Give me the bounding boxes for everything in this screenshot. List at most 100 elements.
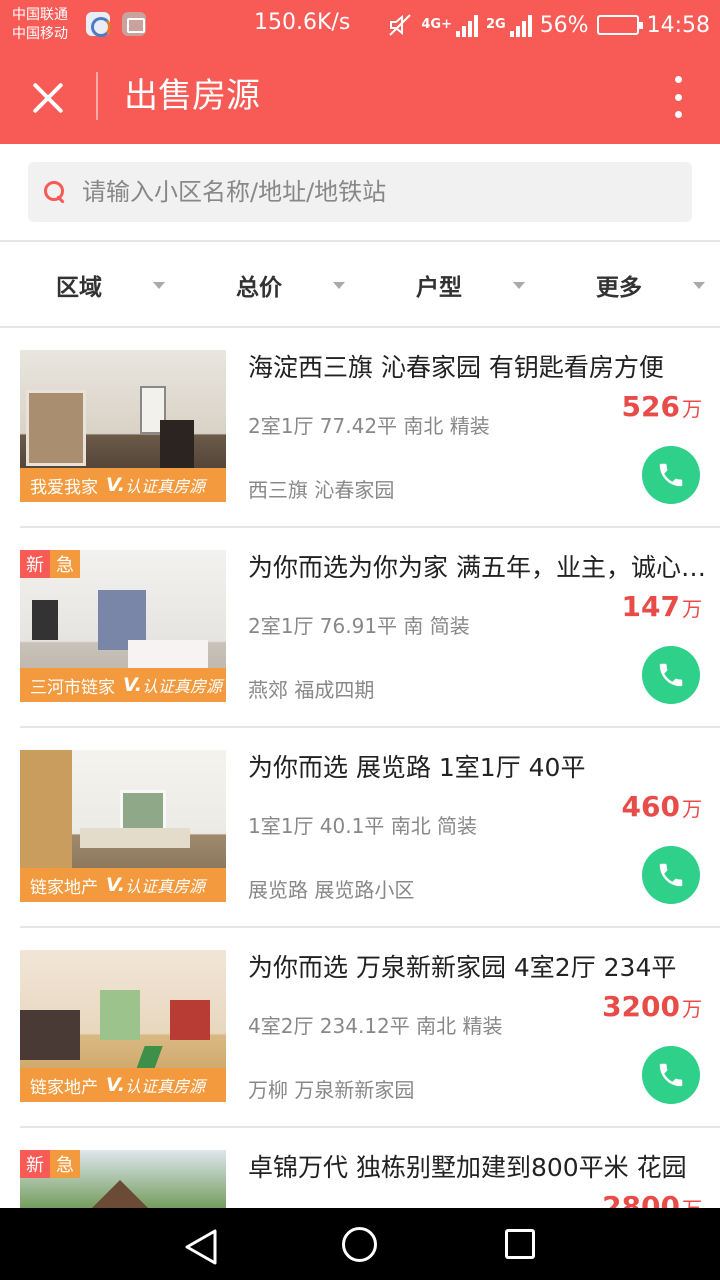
listing-title: 为你而选为你为家 满五年，业主，诚心出售 (248, 553, 708, 582)
agency-name: 我爱我家 (30, 477, 98, 498)
listing-specs: 4室2厅 234.12平 南北 精装 (248, 1014, 503, 1038)
mute-icon (389, 14, 412, 36)
call-button[interactable] (642, 1046, 700, 1104)
search-icon (44, 181, 66, 203)
network-speed: 150.6K/s (254, 10, 351, 35)
new-tag: 新 (20, 1150, 50, 1178)
search-bar[interactable] (28, 162, 692, 222)
agency-banner: 三河市链家 V. 认证真房源 (20, 668, 226, 702)
verified-label: 认证真房源 (124, 477, 205, 496)
listing-item[interactable]: 链家地产 V. 认证真房源 为你而选 展览路 1室1厅 40平 1室1厅 40.1平… (20, 728, 720, 928)
agency-banner: 我爱我家 V. 认证真房源 (20, 468, 226, 502)
call-button[interactable] (642, 646, 700, 704)
chevron-down-icon (513, 282, 525, 289)
listing-item[interactable]: 新 急 三河市链家 V. 认证真房源 为你而选为你为家 满五年，业主，诚心出售 2室… (20, 528, 720, 728)
price-unit: 万 (682, 797, 702, 821)
call-button[interactable] (642, 846, 700, 904)
signal-1-icon (455, 13, 478, 37)
network-type-2: 2G (485, 17, 506, 32)
verified-icon: V. (106, 1074, 125, 1096)
recent-apps-icon[interactable] (505, 1229, 535, 1259)
verified-icon: V. (106, 474, 125, 496)
price-unit: 万 (682, 597, 702, 621)
price-value: 147 (621, 590, 680, 623)
agency-name: 链家地产 (30, 1077, 98, 1098)
filter-bar: 区域 总价 户型 更多 (0, 240, 720, 328)
filter-label: 区域 (56, 275, 102, 301)
price-value: 3200 (602, 990, 680, 1023)
listing-title: 为你而选 展览路 1室1厅 40平 (248, 753, 586, 782)
status-bar: 中国联通 中国移动 150.6K/s 4G+ 2G 56% 14:58 (0, 0, 720, 50)
filter-area[interactable]: 区域 (0, 242, 180, 326)
listing-location: 西三旗 沁春家园 (248, 478, 395, 502)
carrier-2: 中国移动 (12, 26, 68, 42)
price-unit: 万 (682, 1197, 702, 1208)
phone-icon (659, 863, 683, 887)
home-icon[interactable] (342, 1227, 377, 1262)
listing-title: 卓锦万代 独栋别墅加建到800平米 花园 (248, 1153, 687, 1182)
agency-name: 三河市链家 (30, 677, 115, 698)
filter-label: 总价 (236, 275, 282, 301)
back-icon[interactable] (184, 1228, 218, 1266)
listing-flags: 新 急 (20, 550, 80, 578)
verified-label: 认证真房源 (124, 1077, 205, 1096)
price-unit: 万 (682, 397, 702, 421)
listing-specs: 1室1厅 40.1平 南北 简装 (248, 814, 478, 838)
battery-icon (596, 15, 643, 35)
signal-2-icon (509, 13, 532, 37)
carrier-names: 中国联通 中国移动 (12, 6, 68, 44)
agency-banner: 链家地产 V. 认证真房源 (20, 868, 226, 902)
listing-price: 147 万 (622, 590, 702, 623)
listing-flags: 新 急 (20, 1150, 80, 1178)
listing-item[interactable]: 新 急 卓锦万代 独栋别墅加建到800平米 花园 2800万 (20, 1128, 720, 1208)
listing-title: 为你而选 万泉新新家园 4室2厅 234平 (248, 953, 677, 982)
search-input[interactable] (82, 170, 672, 214)
listing-price: 460 万 (622, 790, 702, 823)
verified-label: 认证真房源 (124, 877, 205, 896)
phone-icon (659, 463, 683, 487)
listing-photo: 新 急 (20, 1150, 226, 1208)
filter-total-price[interactable]: 总价 (180, 242, 360, 326)
verified-icon: V. (123, 674, 142, 696)
urgent-tag: 急 (50, 550, 80, 578)
chevron-down-icon (693, 282, 705, 289)
gallery-app-icon (122, 12, 146, 36)
listing-location: 燕郊 福成四期 (248, 678, 375, 702)
listing-list: 我爱我家 V. 认证真房源 海淀西三旗 沁春家园 有钥匙看房方便 2室1厅 77.4… (0, 328, 720, 1208)
listing-location: 展览路 展览路小区 (248, 878, 415, 902)
listing-title: 海淀西三旗 沁春家园 有钥匙看房方便 (248, 353, 664, 382)
verified-icon: V. (106, 874, 125, 896)
listing-item[interactable]: 链家地产 V. 认证真房源 为你而选 万泉新新家园 4室2厅 234平 4室2厅 2… (20, 928, 720, 1128)
page-title: 出售房源 (124, 76, 260, 116)
more-options-icon[interactable] (672, 76, 684, 118)
filter-layout[interactable]: 户型 (360, 242, 540, 326)
listing-specs: 2室1厅 76.91平 南 简装 (248, 614, 470, 638)
app-header: 出售房源 (0, 50, 720, 144)
close-icon[interactable] (28, 78, 68, 118)
listing-price: 3200 万 (602, 990, 702, 1023)
listing-location: 万柳 万泉新新家园 (248, 1078, 415, 1102)
price-value: 2800 (602, 1190, 680, 1208)
listing-photo: 我爱我家 V. 认证真房源 (20, 350, 226, 502)
filter-more[interactable]: 更多 (540, 242, 720, 326)
verified-label: 认证真房源 (141, 677, 222, 696)
call-button[interactable] (642, 446, 700, 504)
chevron-down-icon (153, 282, 165, 289)
listing-price: 2800万 (602, 1190, 702, 1208)
price-unit: 万 (682, 997, 702, 1021)
urgent-tag: 急 (50, 1150, 80, 1178)
agency-name: 链家地产 (30, 877, 98, 898)
filter-label: 户型 (416, 275, 462, 301)
battery-percent: 56% (539, 12, 589, 38)
listing-price: 526 万 (622, 390, 702, 423)
agency-banner: 链家地产 V. 认证真房源 (20, 1068, 226, 1102)
listing-item[interactable]: 我爱我家 V. 认证真房源 海淀西三旗 沁春家园 有钥匙看房方便 2室1厅 77.4… (20, 328, 720, 528)
header-divider (96, 72, 98, 120)
listing-specs: 2室1厅 77.42平 南北 精装 (248, 414, 490, 438)
system-nav-bar (0, 1208, 720, 1280)
phone-icon (659, 663, 683, 687)
listing-photo: 链家地产 V. 认证真房源 (20, 750, 226, 902)
browser-app-icon (86, 12, 111, 37)
filter-label: 更多 (596, 275, 642, 301)
price-value: 526 (621, 390, 680, 423)
